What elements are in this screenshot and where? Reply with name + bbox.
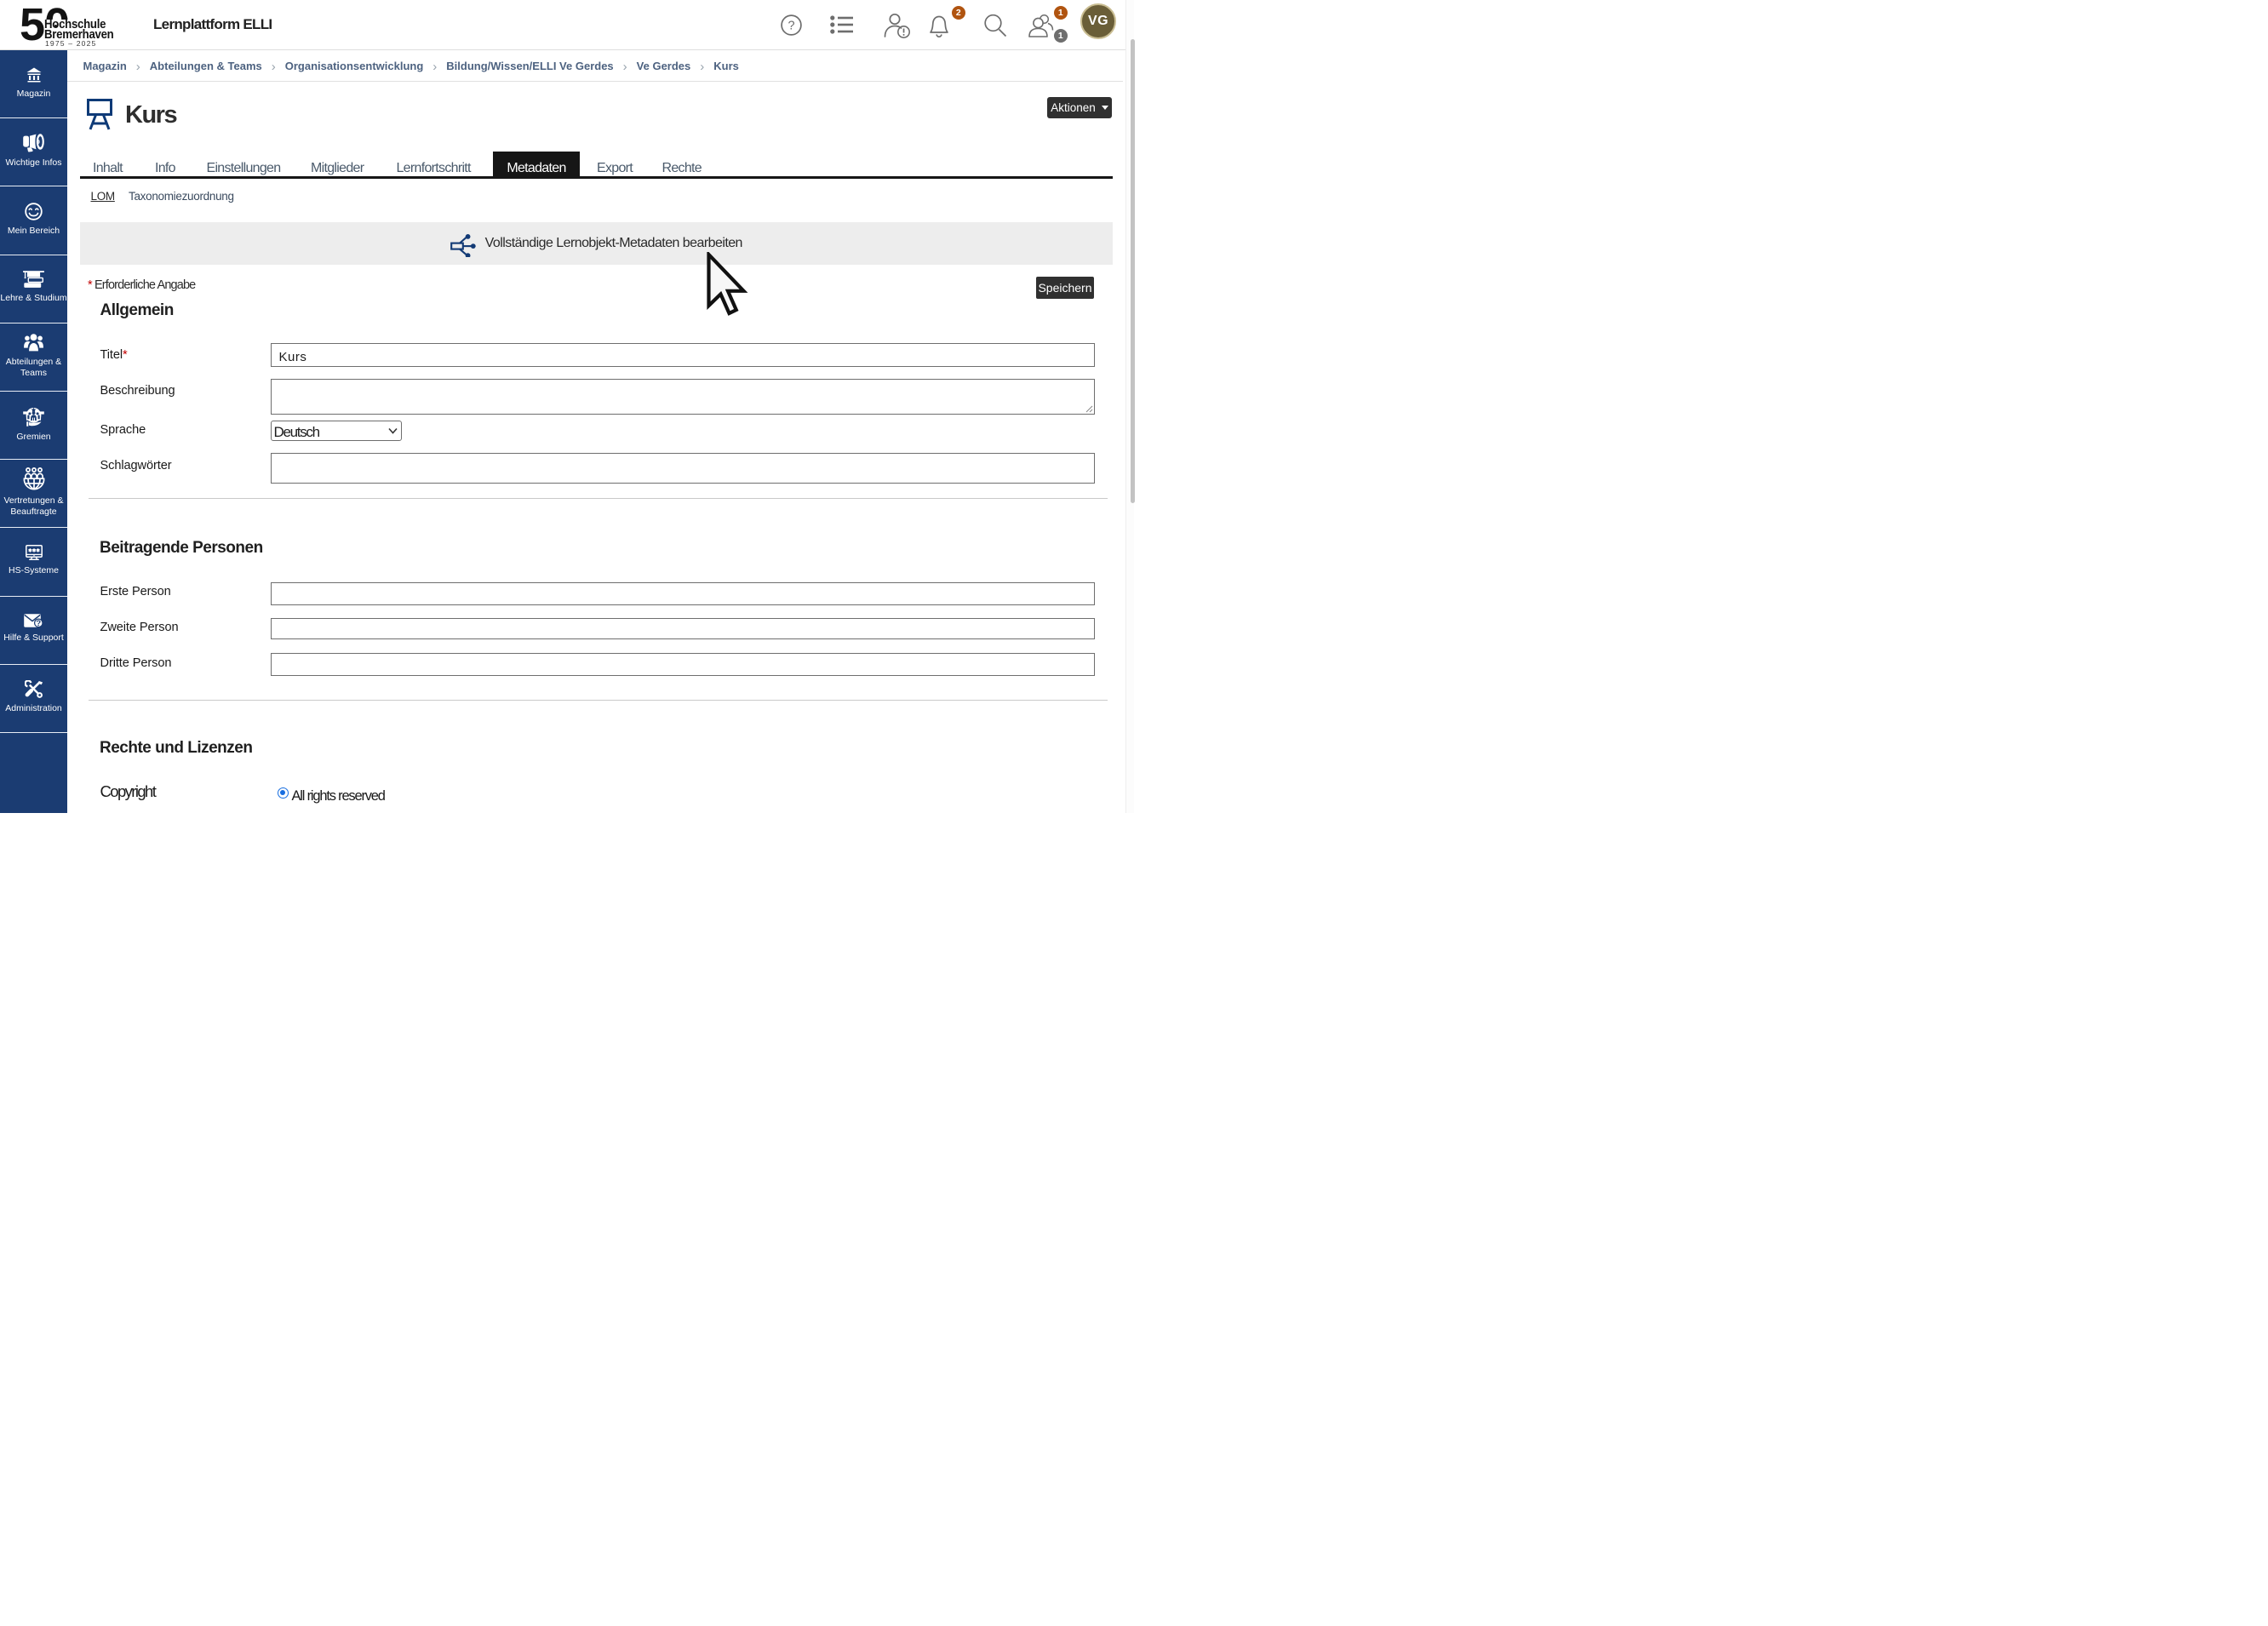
svg-text:?: ? [788, 19, 794, 32]
svg-text:?: ? [36, 619, 41, 627]
